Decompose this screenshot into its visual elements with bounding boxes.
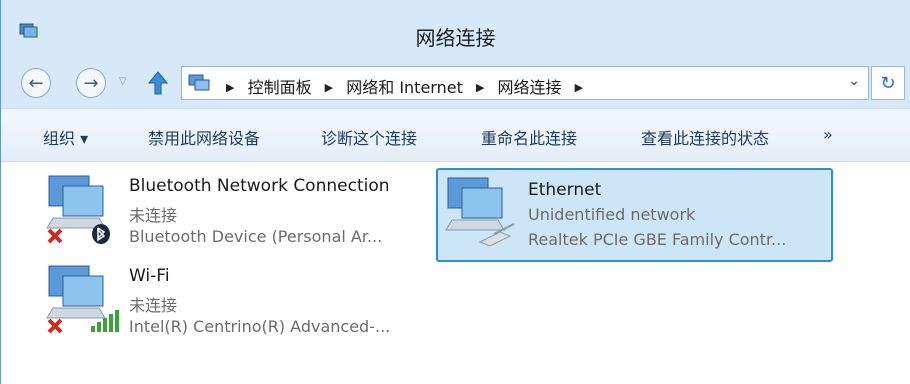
disable-device-button[interactable]: 禁用此网络设备 bbox=[148, 125, 260, 149]
breadcrumb-network-connections[interactable]: 网络连接 bbox=[498, 78, 562, 97]
control-panel-icon bbox=[188, 74, 210, 91]
breadcrumb-network-internet[interactable]: 网络和 Internet bbox=[346, 78, 463, 97]
diagnose-connection-button[interactable]: 诊断这个连接 bbox=[321, 125, 417, 149]
chevron-down-icon[interactable]: ⌄ bbox=[848, 73, 860, 89]
more-commands-button[interactable]: » bbox=[823, 125, 833, 144]
title-bar: 网络连接 bbox=[1, 0, 910, 58]
breadcrumb-control-panel[interactable]: 控制面板 bbox=[248, 78, 312, 97]
address-row: ← → ▽ ▶ 控制面板 ▶ 网络和 Internet ▶ 网络连接 ▶ ⌄ ↻ bbox=[1, 58, 910, 108]
forward-button[interactable]: → bbox=[76, 68, 106, 98]
forward-arrow-icon: → bbox=[83, 72, 99, 94]
wifi-network-icon bbox=[46, 265, 119, 334]
connection-item-wifi[interactable]: Wi-Fi 未连接 Intel(R) Centrino(R) Advanced-… bbox=[43, 262, 433, 354]
connection-status: 未连接 bbox=[129, 296, 178, 315]
organize-menu[interactable]: 组织 ▾ bbox=[43, 125, 88, 149]
back-button[interactable]: ← bbox=[21, 68, 51, 98]
window-title: 网络连接 bbox=[415, 26, 496, 50]
command-bar: 组织 ▾ 禁用此网络设备 诊断这个连接 重命名此连接 查看此连接的状态 » bbox=[1, 108, 910, 162]
address-bar[interactable]: ▶ 控制面板 ▶ 网络和 Internet ▶ 网络连接 ▶ ⌄ bbox=[181, 66, 869, 100]
connection-name: Wi-Fi bbox=[129, 266, 170, 286]
rename-connection-button[interactable]: 重命名此连接 bbox=[481, 125, 577, 149]
ethernet-network-icon bbox=[445, 177, 515, 247]
connection-device: Intel(R) Centrino(R) Advanced-... bbox=[129, 317, 391, 336]
bluetooth-network-icon bbox=[46, 175, 110, 244]
network-connections-window: 网络连接 ← → ▽ ▶ 控制面板 ▶ 网络和 Internet ▶ 网络连接 bbox=[0, 0, 910, 384]
connection-device: Realtek PCIe GBE Family Contr... bbox=[528, 230, 787, 249]
connection-device: Bluetooth Device (Personal Ar... bbox=[129, 227, 383, 246]
connection-item-bluetooth[interactable]: Bluetooth Network Connection 未连接 Bluetoo… bbox=[43, 172, 433, 264]
recent-locations-dropdown[interactable]: ▽ bbox=[119, 76, 127, 87]
connection-name: Bluetooth Network Connection bbox=[129, 176, 390, 196]
refresh-button[interactable]: ↻ bbox=[871, 66, 905, 100]
connection-name: Ethernet bbox=[528, 180, 602, 200]
connection-status: 未连接 bbox=[129, 206, 178, 225]
up-arrow-icon[interactable] bbox=[147, 70, 169, 96]
refresh-icon: ↻ bbox=[880, 72, 896, 94]
connection-item-ethernet[interactable]: Ethernet Unidentified network Realtek PC… bbox=[436, 168, 833, 262]
back-arrow-icon: ← bbox=[28, 72, 44, 94]
view-status-button[interactable]: 查看此连接的状态 bbox=[641, 125, 769, 149]
connection-status: Unidentified network bbox=[528, 205, 696, 224]
connections-list: Bluetooth Network Connection 未连接 Bluetoo… bbox=[1, 162, 910, 384]
breadcrumb: ▶ 控制面板 ▶ 网络和 Internet ▶ 网络连接 ▶ bbox=[226, 78, 584, 97]
